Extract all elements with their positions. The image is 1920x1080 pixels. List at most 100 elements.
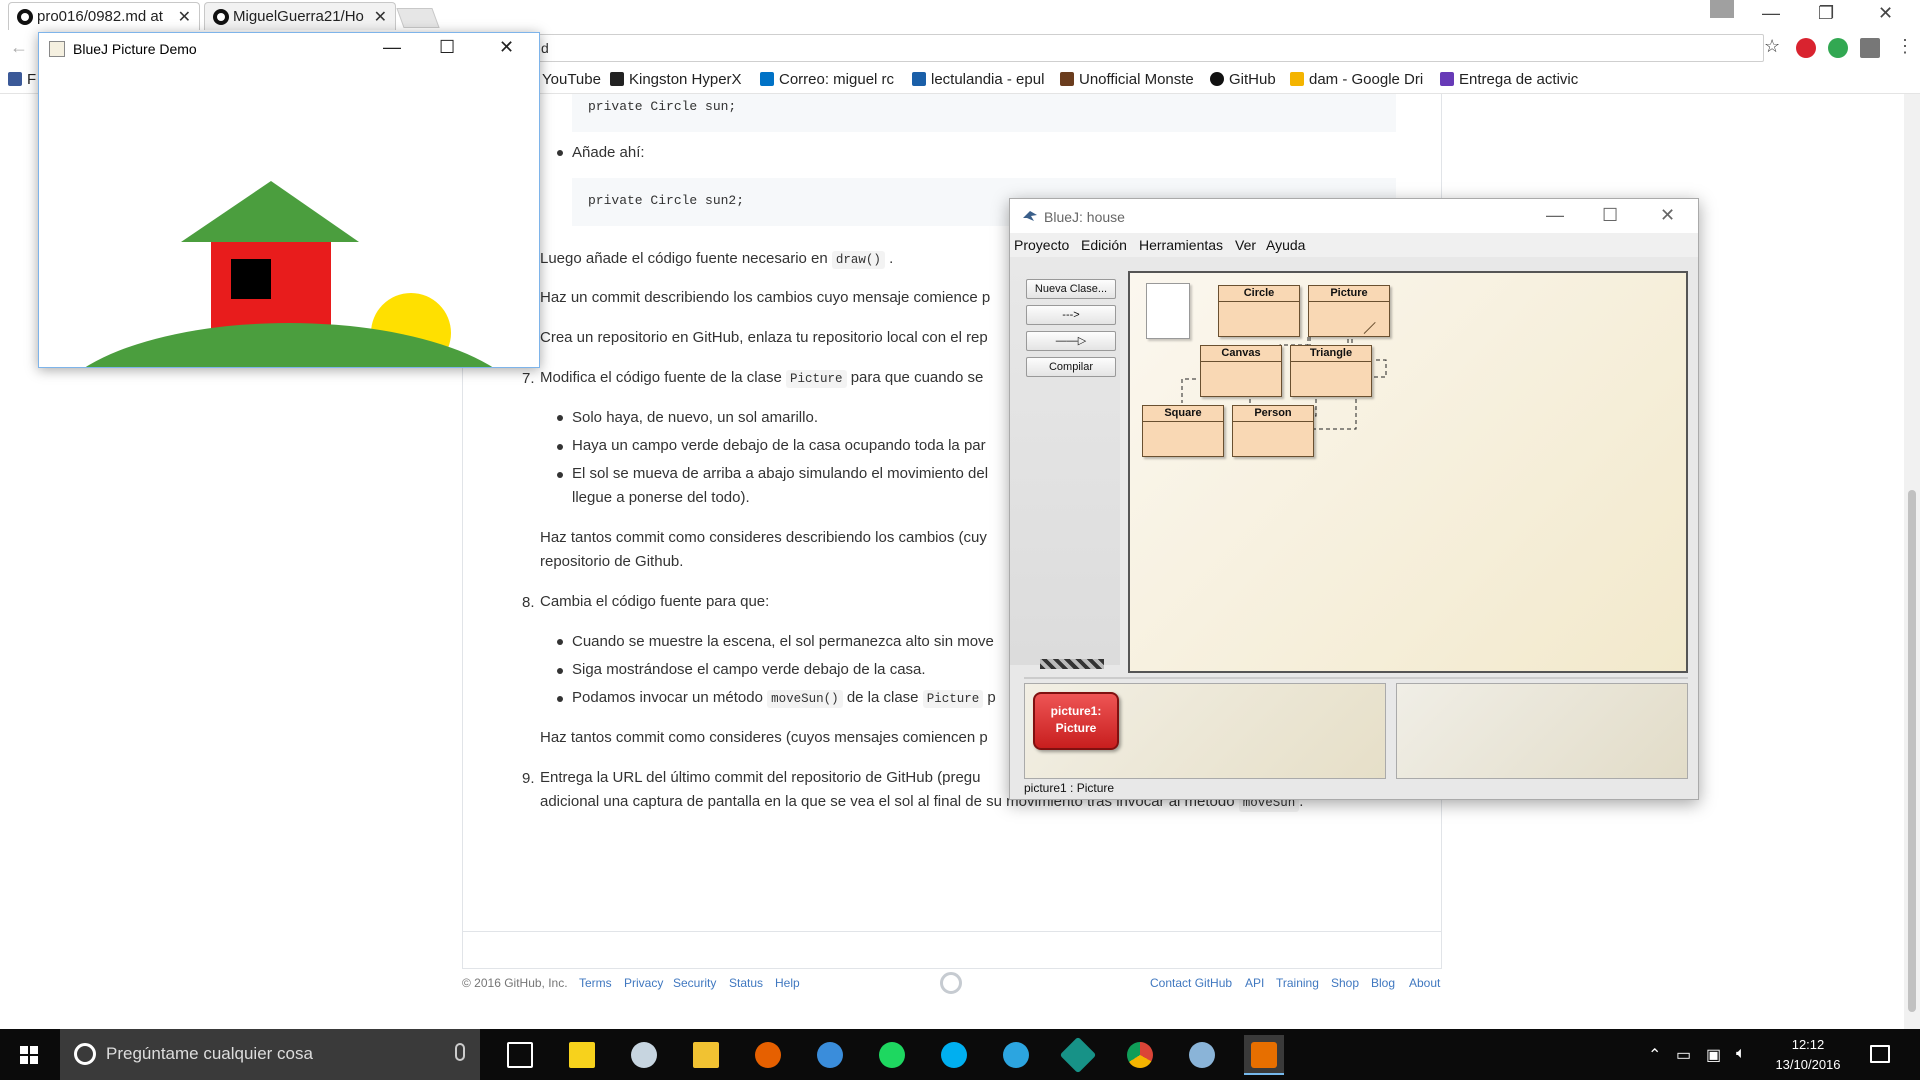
close-icon[interactable]: ✕ [499,37,514,58]
menu-ver[interactable]: Ver [1235,237,1256,253]
inherits-arrow-button[interactable]: ——▷ [1026,331,1116,351]
menu-herramientas[interactable]: Herramientas [1139,237,1223,253]
roof-triangle [181,181,359,242]
bookmark-github[interactable]: GitHub [1210,71,1282,88]
class-box-picture[interactable]: Picture [1308,285,1390,337]
close-icon[interactable]: ✕ [1878,3,1893,24]
object-picture1[interactable]: picture1: Picture [1033,692,1119,750]
taskbar-thunderbird[interactable] [810,1035,850,1075]
close-icon[interactable]: ✕ [178,7,191,27]
bookmark-entrega[interactable]: Entrega de activic [1440,71,1580,88]
bluej-icon [1189,1042,1215,1068]
menu-proyecto[interactable]: Proyecto [1014,237,1069,253]
outlook-icon [760,72,774,86]
page-scrollbar[interactable] [1904,94,1920,1029]
compile-button[interactable]: Compilar [1026,357,1116,377]
list-item-text: Siga mostrándose el campo verde debajo d… [572,661,926,678]
menu-edicion[interactable]: Edición [1081,237,1127,253]
bookmark-lectulandia[interactable]: lectulandia - epul [912,71,1046,88]
close-icon[interactable]: ✕ [374,7,387,27]
picture-canvas [39,65,539,367]
taskbar-file-explorer[interactable] [686,1035,726,1075]
footer-link-help[interactable]: Help [775,976,800,990]
tab-miguelguerra21[interactable]: MiguelGuerra21/Ho ✕ [204,2,396,30]
menu-ayuda[interactable]: Ayuda [1266,237,1305,253]
footer-link-training[interactable]: Training [1276,976,1319,990]
grammarly-icon[interactable] [1828,38,1848,58]
bookmark-correo[interactable]: Correo: miguel rc [760,71,898,88]
clock-time[interactable]: 12:12 [1775,1037,1841,1052]
profile-icon[interactable] [1710,0,1734,18]
github-icon [213,9,229,25]
extension-icon[interactable] [1860,38,1880,58]
footer-link-blog[interactable]: Blog [1371,976,1395,990]
chevron-up-icon[interactable]: ⌃ [1648,1045,1661,1065]
action-center-icon[interactable] [1870,1045,1890,1063]
start-button[interactable] [0,1029,60,1080]
adblock-icon[interactable] [1796,38,1816,58]
bluej-bottom-panel: picture1: Picture [1024,677,1688,779]
bookmark-youtube[interactable]: YouTube [542,71,604,88]
task-view-button[interactable] [500,1035,540,1075]
taskbar-spotify[interactable] [872,1035,912,1075]
codepad[interactable] [1396,683,1688,779]
footer-link-shop[interactable]: Shop [1331,976,1359,990]
new-tab-button[interactable] [396,8,440,28]
taskbar-chrome[interactable] [1120,1035,1160,1075]
github-icon[interactable] [940,972,962,994]
taskbar-telegram[interactable] [996,1035,1036,1075]
paragraph: Luego añade el código fuente necesario e… [540,250,894,269]
battery-icon[interactable]: ▭ [1676,1045,1691,1065]
taskbar-skype[interactable] [934,1035,974,1075]
class-box-canvas[interactable]: Canvas [1200,345,1282,397]
picture-demo-titlebar[interactable]: BlueJ Picture Demo — ☐ ✕ [39,33,539,65]
bluej-titlebar[interactable]: BlueJ: house — ☐ ✕ [1010,199,1698,233]
volume-icon[interactable]: 🔈︎ [1736,1045,1746,1063]
bookmark-drive[interactable]: dam - Google Dri [1290,71,1424,88]
uses-arrow-button[interactable]: ---> [1026,305,1116,325]
footer-link-security[interactable]: Security [673,976,716,990]
footer-link-status[interactable]: Status [729,976,763,990]
menu-icon[interactable]: ⋮ [1896,36,1914,57]
taskbar-java[interactable] [1244,1035,1284,1075]
footer-link-contact[interactable]: Contact GitHub [1150,976,1232,990]
bullet [557,472,563,478]
star-icon[interactable]: ☆ [1764,36,1780,57]
class-box-circle[interactable]: Circle [1218,285,1300,337]
class-box-triangle[interactable]: Triangle [1290,345,1372,397]
bookmark-monster[interactable]: Unofficial Monste [1060,71,1200,88]
footer-link-terms[interactable]: Terms [579,976,612,990]
new-class-button[interactable]: Nueva Clase... [1026,279,1116,299]
taskbar-sticky-notes[interactable] [562,1035,602,1075]
class-diagram[interactable]: Circle Picture Canvas Triangle Square Pe… [1128,271,1688,673]
footer-link-about[interactable]: About [1409,976,1440,990]
cortana-search-box[interactable]: Pregúntame cualquier cosa [60,1029,480,1080]
minimize-icon[interactable]: — [383,37,401,58]
scrollbar-thumb[interactable] [1908,490,1916,1012]
footer-link-api[interactable]: API [1245,976,1264,990]
class-box-person[interactable]: Person [1232,405,1314,457]
back-icon[interactable]: ← [10,37,28,58]
network-icon[interactable]: ▣ [1706,1045,1721,1065]
list-item-text: Añade ahí: [572,144,645,161]
minimize-icon[interactable]: — [1546,205,1564,226]
microphone-icon[interactable] [455,1043,465,1061]
tab-pro016[interactable]: pro016/0982.md at ✕ [8,2,200,30]
bookmark-facebook[interactable]: F [8,71,38,88]
close-icon[interactable]: ✕ [1660,205,1675,226]
restore-icon[interactable]: ❐ [1818,3,1834,24]
github-icon [17,9,33,25]
taskbar-bluej[interactable] [1182,1035,1222,1075]
taskbar-gitkraken[interactable] [1058,1035,1098,1075]
clock-date[interactable]: 13/10/2016 [1768,1057,1848,1072]
paragraph: Haz tantos commit como consideres (cuyos… [540,729,988,746]
taskbar-steam[interactable] [624,1035,664,1075]
bookmark-kingston[interactable]: Kingston HyperX [610,71,744,88]
footer-link-privacy[interactable]: Privacy [624,976,663,990]
maximize-icon[interactable]: ☐ [1602,205,1618,226]
taskbar-firefox[interactable] [748,1035,788,1075]
facebook-icon [8,72,22,86]
maximize-icon[interactable]: ☐ [439,37,455,58]
class-box-square[interactable]: Square [1142,405,1224,457]
minimize-icon[interactable]: — [1762,3,1780,24]
